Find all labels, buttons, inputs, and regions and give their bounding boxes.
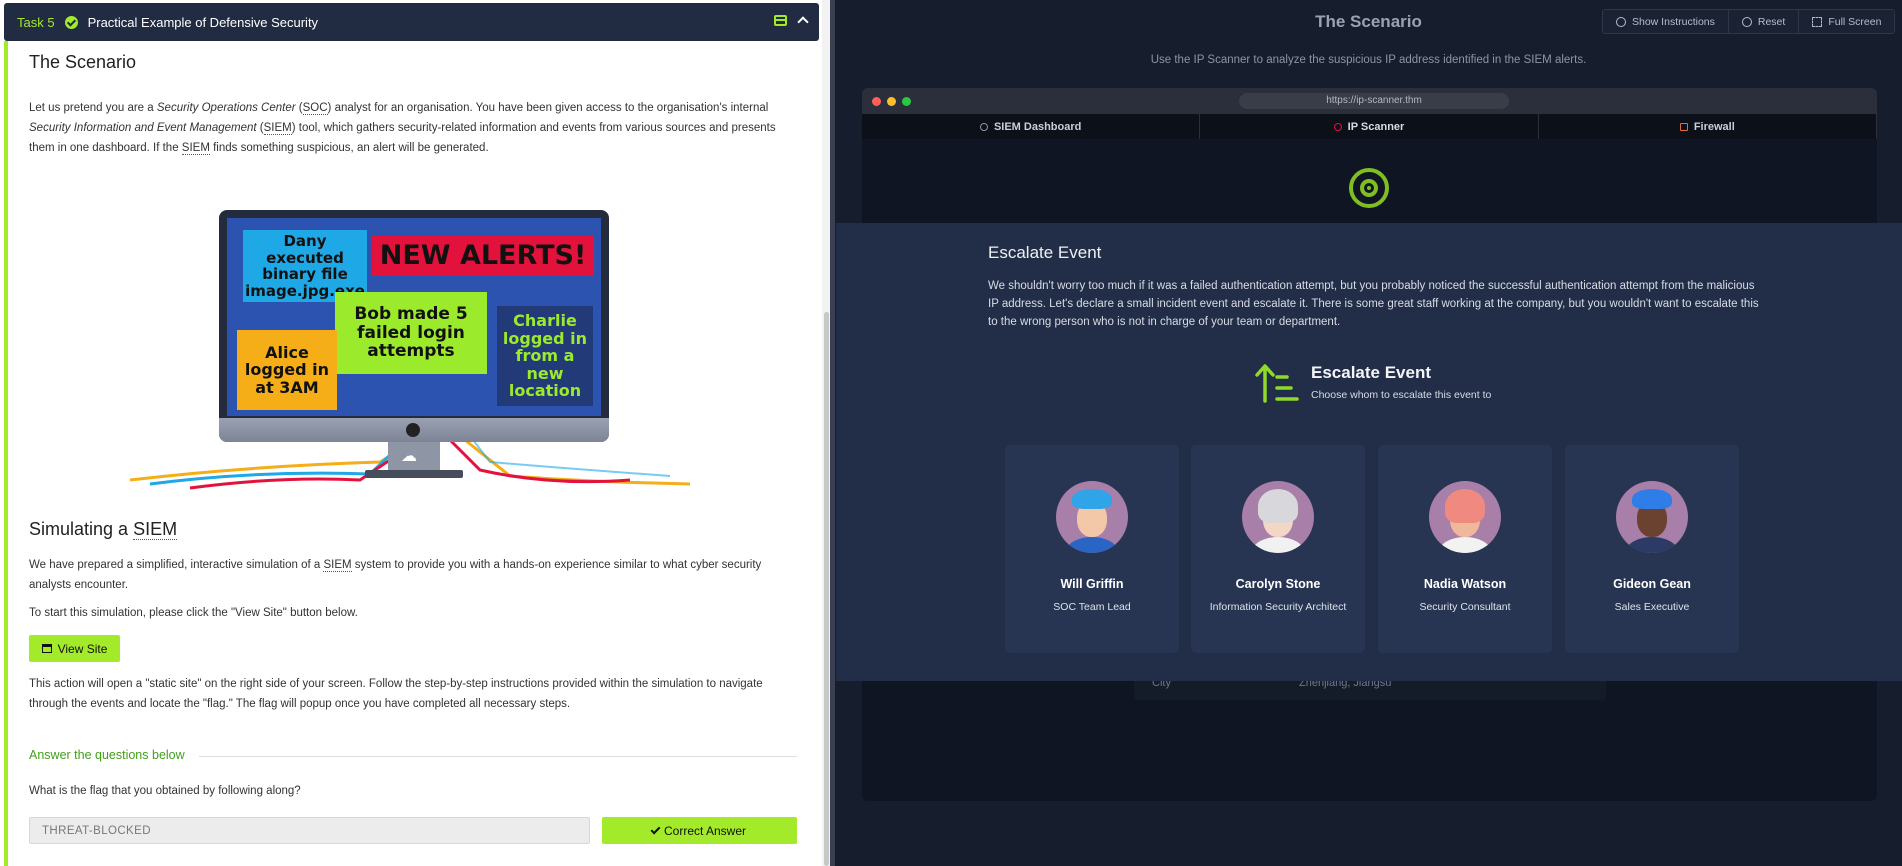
siem-alerts-illustration: Dany executed binary file image.jpg.exe … [130,200,690,490]
collapse-chevron-up-icon[interactable] [797,16,809,28]
full-screen-button[interactable]: Full Screen [1799,10,1894,33]
person-card-will-griffin[interactable]: Will Griffin SOC Team Lead [1005,445,1179,653]
task-header[interactable]: Task 5 Practical Example of Defensive Se… [4,3,819,41]
task-accent-bar [4,41,8,866]
avatar [1242,481,1314,553]
tab-ip-scanner[interactable]: IP Scanner [1200,114,1539,139]
answer-divider [199,756,797,757]
maximize-dot-icon[interactable] [902,97,911,106]
view-site-label: View Site [57,641,108,656]
person-name: Will Griffin [1060,577,1124,591]
alert-tile-alice: Alice logged in at 3AM [237,330,337,410]
flag-answer-input[interactable]: THREAT-BLOCKED [29,817,590,844]
view-site-card-icon[interactable] [774,14,787,26]
escalate-event-modal: Escalate Event We shouldn't worry too mu… [836,223,1902,681]
task-complete-check-icon [64,15,78,29]
avatar [1616,481,1688,553]
modal-title: Escalate Event [988,243,1102,262]
answer-heading: Answer the questions below [29,748,185,762]
person-role: SOC Team Lead [1053,601,1131,613]
soc-abbr: SOC [302,102,328,115]
scenario-heading: The Scenario [29,52,137,72]
fullscreen-icon [1812,16,1823,27]
person-role: Security Consultant [1419,601,1511,613]
task-title: Practical Example of Defensive Security [87,14,319,30]
browser-titlebar: https://ip-scanner.thm [862,88,1877,114]
siem-abbr: SIEM [263,122,292,135]
show-instructions-button[interactable]: Show Instructions [1603,10,1729,33]
firewall-icon [1679,122,1688,131]
tab-firewall[interactable]: Firewall [1539,114,1877,139]
reset-icon [1741,16,1752,27]
simulating-paragraph: We have prepared a simplified, interacti… [29,559,762,591]
escalate-arrow-icon [1255,364,1299,403]
alert-tile-bob: Bob made 5 failed login attempts [335,292,487,374]
person-name: Gideon Gean [1613,577,1691,591]
minimize-dot-icon[interactable] [887,97,896,106]
person-card-nadia-watson[interactable]: Nadia Watson Security Consultant [1378,445,1552,653]
view-site-button[interactable]: View Site [29,635,120,662]
site-tabs: SIEM Dashboard IP Scanner Firewall [862,114,1877,139]
cloud-icon: ☁ [401,448,417,465]
simulating-heading: Simulating a SIEM [29,519,178,540]
correct-answer-label: Correct Answer [663,823,747,838]
modal-description: We shouldn't worry too much if it was a … [988,280,1759,328]
alert-tile-new-alerts: NEW ALERTS! [372,236,594,276]
monitor-screen: Dany executed binary file image.jpg.exe … [227,218,601,416]
simulating-instruction: To start this simulation, please click t… [29,607,358,619]
scenario-paragraph: Let us pretend you are a Security Operat… [29,102,776,155]
monitor-foot [365,470,463,478]
escalate-heading: Escalate Event [1311,363,1432,382]
person-role: Information Security Architect [1209,601,1347,613]
avatar [1056,481,1128,553]
search-icon [1333,122,1342,131]
person-role: Sales Executive [1614,601,1690,613]
check-icon [650,824,661,834]
avatar [1429,481,1501,553]
person-card-gideon-gean[interactable]: Gideon Gean Sales Executive [1565,445,1739,653]
tab-siem-dashboard[interactable]: SIEM Dashboard [862,114,1201,139]
info-icon [1616,16,1626,27]
person-card-carolyn-stone[interactable]: Carolyn Stone Information Security Archi… [1191,445,1365,653]
task-panel: Task 5 Practical Example of Defensive Se… [0,0,830,866]
person-name: Carolyn Stone [1235,577,1321,591]
escalate-subheading: Choose whom to escalate this event to [1311,389,1492,401]
monitor-bezel [219,418,609,442]
static-site-toolbar: Show Instructions Reset Full Screen [1602,9,1896,34]
dashboard-icon [979,122,988,131]
simulating-followup: This action will open a "static site" on… [29,678,763,710]
reset-button[interactable]: Reset [1729,10,1800,33]
scrollbar-thumb[interactable] [824,312,829,866]
radar-icon [1349,168,1389,208]
alert-tile-charlie: Charlie logged in from a new location [497,306,593,406]
correct-answer-button[interactable]: Correct Answer [602,817,797,844]
close-dot-icon[interactable] [872,97,881,106]
question-text: What is the flag that you obtained by fo… [29,785,301,797]
person-name: Nadia Watson [1423,577,1507,591]
task-number: Task 5 [17,14,55,30]
monitor: Dany executed binary file image.jpg.exe … [219,210,609,478]
static-site-subtitle: Use the IP Scanner to analyze the suspic… [1150,54,1587,66]
browser-url-bar[interactable]: https://ip-scanner.thm [1239,93,1509,109]
window-icon [41,644,52,653]
